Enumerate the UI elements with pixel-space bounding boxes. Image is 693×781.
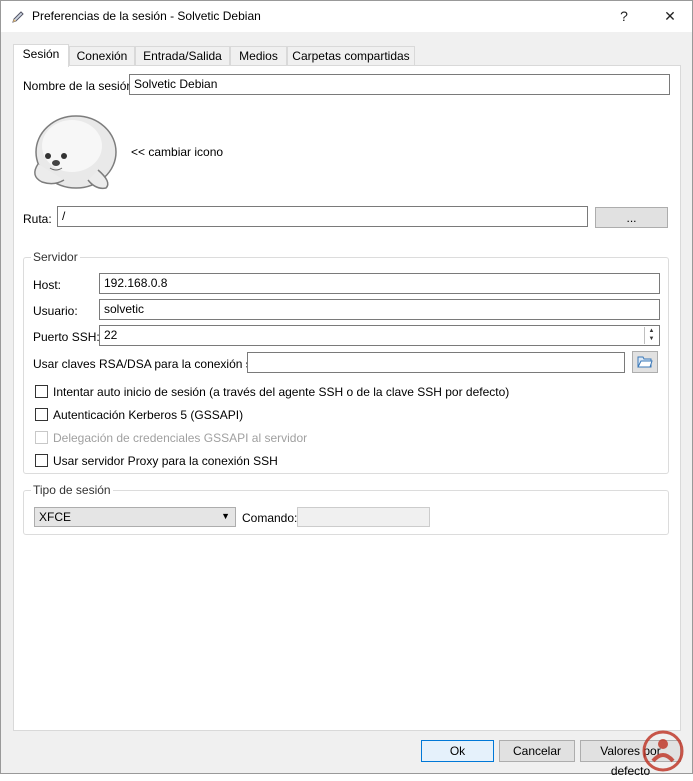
path-label: Ruta: [23,212,52,226]
session-type-select[interactable]: XFCE ▼ [34,507,236,527]
user-label: Usuario: [33,304,78,318]
spin-down-icon[interactable]: ▼ [645,335,658,343]
host-label: Host: [33,278,62,292]
checkbox-box[interactable] [35,408,48,421]
tab-sesion[interactable]: Sesión [13,44,69,67]
user-input[interactable]: solvetic [99,299,660,320]
tab-carpetas-compartidas[interactable]: Carpetas compartidas [287,46,415,66]
command-input [297,507,430,527]
port-spinner[interactable]: ▲ ▼ [644,327,658,344]
command-label: Comando: [242,511,298,525]
gssapi-delegation-label: Delegación de credenciales GSSAPI al ser… [53,431,308,445]
auto-login-checkbox[interactable]: Intentar auto inicio de sesión (a través… [35,385,509,401]
proxy-checkbox[interactable]: Usar servidor Proxy para la conexión SSH [35,454,278,470]
browse-path-button[interactable]: ... [595,207,668,228]
window-title: Preferencias de la sesión - Solvetic Deb… [32,9,261,23]
close-button[interactable]: ✕ [647,1,693,32]
seal-icon[interactable] [26,106,120,192]
checkbox-box[interactable] [35,454,48,467]
change-icon-link[interactable]: << cambiar icono [131,145,223,159]
tab-conexion[interactable]: Conexión [69,46,135,66]
gssapi-delegation-checkbox: Delegación de credenciales GSSAPI al ser… [35,431,307,447]
checkbox-box [35,431,48,444]
proxy-label: Usar servidor Proxy para la conexión SSH [53,454,278,468]
checkbox-box[interactable] [35,385,48,398]
ssh-port-label: Puerto SSH: [33,330,100,344]
help-button[interactable]: ? [601,1,647,32]
session-type-group: Tipo de sesión XFCE ▼ Comando: [23,483,669,535]
session-name-label: Nombre de la sesión: [23,79,137,93]
server-group-title: Servidor [31,250,80,264]
tab-panel-sesion: Nombre de la sesión: Solvetic Debian << … [13,65,681,731]
server-group: Servidor Host: 192.168.0.8 Usuario: solv… [23,250,669,474]
spin-up-icon[interactable]: ▲ [645,327,658,335]
watermark-logo [642,730,684,772]
session-type-group-title: Tipo de sesión [31,483,113,497]
rsa-keys-label: Usar claves RSA/DSA para la conexión ssh… [33,357,268,371]
preferences-dialog: Preferencias de la sesión - Solvetic Deb… [0,0,693,778]
title-bar: Preferencias de la sesión - Solvetic Deb… [1,1,692,32]
tab-entrada-salida[interactable]: Entrada/Salida [135,46,230,66]
ok-button[interactable]: Ok [421,740,494,762]
rsa-keys-input[interactable] [247,352,625,373]
ssh-port-value: 22 [104,328,118,342]
ssh-port-input[interactable]: 22 ▲ ▼ [99,325,660,346]
cancel-button[interactable]: Cancelar [499,740,575,762]
kerberos-label: Autenticación Kerberos 5 (GSSAPI) [53,408,244,422]
open-key-button[interactable] [632,351,658,373]
host-input[interactable]: 192.168.0.8 [99,273,660,294]
chevron-down-icon: ▼ [221,511,230,521]
folder-open-icon [637,356,653,368]
path-input[interactable]: / [57,206,588,227]
tab-medios[interactable]: Medios [230,46,287,66]
auto-login-label: Intentar auto inicio de sesión (a través… [53,385,510,399]
session-name-input[interactable]: Solvetic Debian [129,74,670,95]
session-type-value: XFCE [39,510,72,524]
kerberos-checkbox[interactable]: Autenticación Kerberos 5 (GSSAPI) [35,408,243,424]
pencil-icon [12,11,24,23]
